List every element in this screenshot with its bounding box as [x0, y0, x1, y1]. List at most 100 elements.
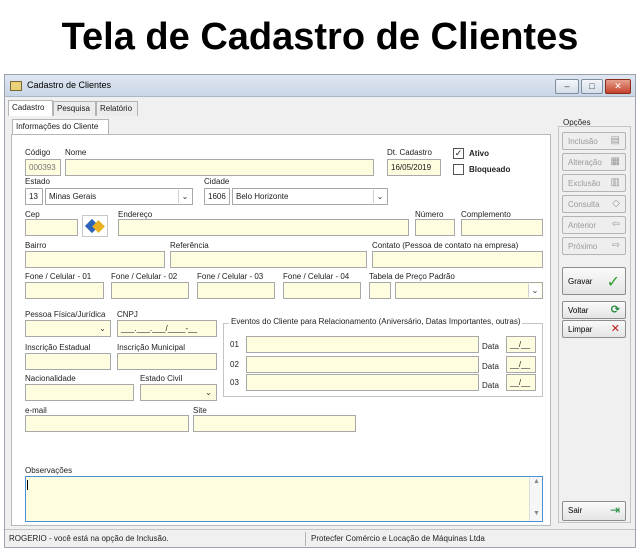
evento-data-label: Data — [482, 381, 499, 390]
email-label: e-mail — [25, 406, 47, 415]
consulta-button[interactable]: Consulta ◇ — [562, 195, 626, 213]
tab-relatorio[interactable]: Relatório — [96, 101, 138, 116]
observacoes-scrollbar[interactable]: ▲ ▼ — [529, 477, 542, 521]
anterior-button[interactable]: Anterior ⇦ — [562, 216, 626, 234]
cadastro-window: Cadastro de Clientes – □ ✕ Cadastro Pesq… — [4, 74, 636, 548]
tab-informacoes-cliente[interactable]: Informações do Cliente — [12, 119, 109, 135]
site-field[interactable] — [193, 415, 356, 432]
referencia-label: Referência — [170, 241, 209, 250]
numero-field[interactable] — [415, 219, 455, 236]
estado-select[interactable]: Minas Gerais ⌄ — [45, 188, 193, 205]
inscricao-estadual-field[interactable] — [25, 353, 111, 370]
evento-date-03[interactable]: __/__ — [506, 374, 536, 391]
chevron-down-icon[interactable]: ⌄ — [202, 386, 215, 399]
window-titlebar[interactable]: Cadastro de Clientes – □ ✕ — [5, 75, 635, 97]
inclusao-button[interactable]: Inclusão ▤ — [562, 132, 626, 150]
fone4-field[interactable] — [283, 282, 361, 299]
refresh-icon: ⟳ — [610, 304, 620, 316]
estado-civil-select[interactable]: ⌄ — [140, 384, 217, 401]
evento-field-02[interactable] — [246, 356, 479, 373]
nome-field[interactable] — [65, 159, 374, 176]
tabela-preco-code-field[interactable] — [369, 282, 391, 299]
site-label: Site — [193, 406, 207, 415]
gravar-button[interactable]: Gravar ✓ — [562, 267, 626, 295]
referencia-field[interactable] — [170, 251, 367, 268]
scroll-up-icon[interactable]: ▲ — [533, 478, 540, 485]
inclusao-label: Inclusão — [568, 137, 598, 146]
complemento-field[interactable] — [461, 219, 543, 236]
scroll-down-icon[interactable]: ▼ — [533, 510, 540, 517]
app-icon — [10, 81, 22, 91]
exclusao-button[interactable]: Exclusão ▥ — [562, 174, 626, 192]
voltar-button[interactable]: Voltar ⟳ — [562, 301, 626, 319]
gravar-label: Gravar — [568, 277, 593, 286]
bairro-field[interactable] — [25, 251, 165, 268]
endereco-field[interactable] — [118, 219, 409, 236]
status-separator — [305, 532, 306, 546]
nacionalidade-field[interactable] — [25, 384, 134, 401]
fone2-field[interactable] — [111, 282, 189, 299]
dt-cadastro-field[interactable]: 16/05/2019 — [387, 159, 441, 176]
inscricao-municipal-field[interactable] — [117, 353, 217, 370]
cnpj-field[interactable]: ___.___.___/____-__ — [117, 320, 217, 337]
close-button[interactable]: ✕ — [605, 79, 631, 94]
next-icon: ⇨ — [611, 240, 620, 251]
codigo-label: Código — [25, 148, 51, 157]
fone3-field[interactable] — [197, 282, 275, 299]
evento-date-02[interactable]: __/__ — [506, 356, 536, 373]
exclusao-label: Exclusão — [568, 179, 601, 188]
cep-field[interactable] — [25, 219, 78, 236]
codigo-field[interactable]: 000393 — [25, 159, 61, 176]
ativo-checkbox[interactable]: ✓ — [453, 148, 464, 159]
chevron-down-icon[interactable]: ⌄ — [528, 284, 541, 297]
contato-field[interactable] — [372, 251, 543, 268]
cidade-select[interactable]: Belo Horizonte ⌄ — [232, 188, 388, 205]
observacoes-textarea[interactable] — [25, 476, 543, 522]
bloqueado-checkbox[interactable] — [453, 164, 464, 175]
observacoes-label: Observações — [25, 466, 73, 475]
chevron-down-icon[interactable]: ⌄ — [178, 190, 191, 203]
evento-data-label: Data — [482, 342, 499, 351]
minimize-button[interactable]: – — [555, 79, 579, 94]
tabela-preco-select[interactable]: ⌄ — [395, 282, 543, 299]
pessoa-select[interactable]: ⌄ — [25, 320, 111, 337]
exit-door-icon: ⇥ — [609, 503, 620, 517]
cidade-code-field[interactable]: 1606 — [204, 188, 230, 205]
delete-record-icon: ▥ — [610, 177, 620, 188]
estado-code-field[interactable]: 13 — [25, 188, 43, 205]
search-icon: ◇ — [612, 198, 620, 209]
proximo-button[interactable]: Próximo ⇨ — [562, 237, 626, 255]
evento-field-01[interactable] — [246, 336, 479, 353]
contato-label: Contato (Pessoa de contato na empresa) — [372, 241, 519, 250]
tab-pesquisa[interactable]: Pesquisa — [53, 101, 96, 116]
evento-date-01[interactable]: __/__ — [506, 336, 536, 353]
eventos-title: Eventos do Cliente para Relacionamento (… — [229, 317, 523, 326]
cep-lookup-button[interactable] — [82, 215, 108, 237]
evento-row-num: 02 — [230, 360, 239, 369]
add-record-icon: ▤ — [610, 135, 620, 146]
alteracao-button[interactable]: Alteração ▦ — [562, 153, 626, 171]
email-field[interactable] — [25, 415, 189, 432]
window-title: Cadastro de Clientes — [27, 80, 112, 90]
estado-label: Estado — [25, 177, 50, 186]
evento-row-num: 03 — [230, 378, 239, 387]
inscricao-estadual-label: Inscrição Estadual — [25, 343, 91, 352]
fone1-field[interactable] — [25, 282, 104, 299]
tab-cadastro[interactable]: Cadastro — [8, 100, 53, 116]
evento-data-label: Data — [482, 362, 499, 371]
evento-field-03[interactable] — [246, 374, 479, 391]
estado-civil-label: Estado Civil — [140, 374, 183, 383]
tabela-preco-label: Tabela de Preço Padrão — [369, 272, 455, 281]
limpar-button[interactable]: Limpar ✕ — [562, 320, 626, 338]
ativo-label: Ativo — [469, 149, 489, 158]
chevron-down-icon[interactable]: ⌄ — [373, 190, 386, 203]
voltar-label: Voltar — [568, 306, 589, 315]
clear-x-icon: ✕ — [610, 323, 620, 335]
nacionalidade-label: Nacionalidade — [25, 374, 76, 383]
sair-button[interactable]: Sair ⇥ — [562, 501, 626, 521]
inscricao-municipal-label: Inscrição Municipal — [117, 343, 186, 352]
chevron-down-icon[interactable]: ⌄ — [96, 322, 109, 335]
text-caret — [27, 480, 28, 490]
nome-label: Nome — [65, 148, 87, 157]
maximize-button[interactable]: □ — [581, 79, 603, 94]
